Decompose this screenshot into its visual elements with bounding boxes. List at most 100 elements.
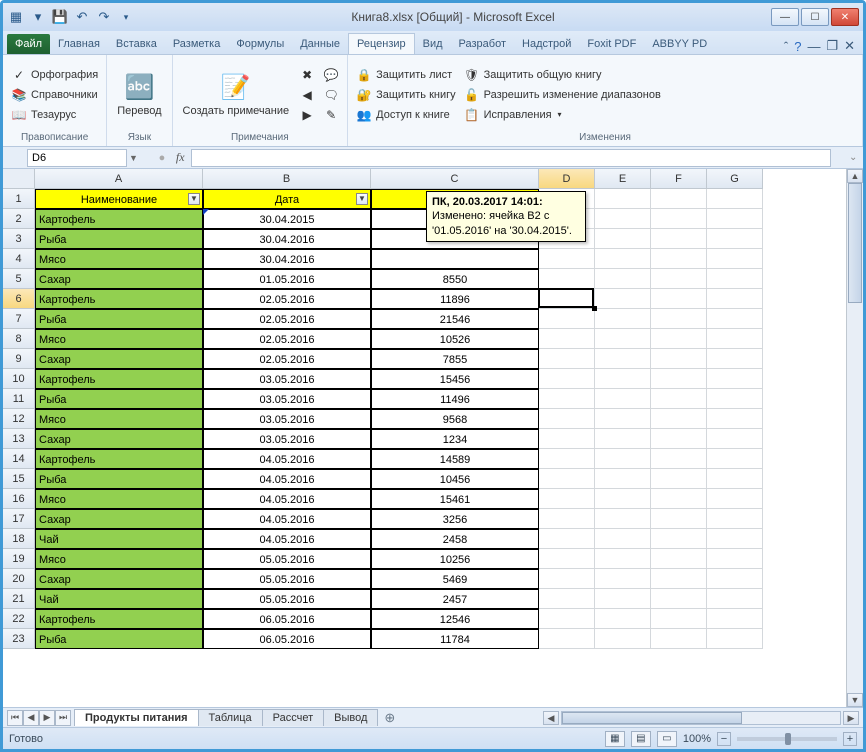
empty-cell[interactable] — [595, 449, 651, 469]
empty-cell[interactable] — [651, 189, 707, 209]
prev-comment-button[interactable]: ◀ — [297, 86, 317, 104]
empty-cell[interactable] — [539, 569, 595, 589]
cell-amount[interactable]: 3256 — [371, 509, 539, 529]
empty-cell[interactable] — [707, 189, 763, 209]
col-header-D[interactable]: D — [539, 169, 595, 189]
empty-cell[interactable] — [651, 289, 707, 309]
empty-cell[interactable] — [707, 489, 763, 509]
row-header-6[interactable]: 6 — [3, 289, 35, 309]
cell-date[interactable]: 02.05.2016 — [203, 309, 371, 329]
empty-cell[interactable] — [539, 389, 595, 409]
cell-amount[interactable]: 12546 — [371, 609, 539, 629]
tab-формулы[interactable]: Формулы — [228, 34, 292, 54]
redo-icon[interactable]: ↷ — [95, 8, 113, 26]
cell-date[interactable]: 05.05.2016 — [203, 569, 371, 589]
empty-cell[interactable] — [539, 489, 595, 509]
show-hide-comment-button[interactable]: 💬 — [321, 66, 341, 84]
empty-cell[interactable] — [707, 449, 763, 469]
tab-надстрой[interactable]: Надстрой — [514, 34, 579, 54]
empty-cell[interactable] — [707, 309, 763, 329]
cell-amount[interactable]: 7855 — [371, 349, 539, 369]
cell-name[interactable]: Рыба — [35, 389, 203, 409]
sheet-last-button[interactable]: ⏭ — [55, 710, 71, 726]
empty-cell[interactable] — [651, 209, 707, 229]
tab-вставка[interactable]: Вставка — [108, 34, 165, 54]
empty-cell[interactable] — [651, 229, 707, 249]
tab-разметка[interactable]: Разметка — [165, 34, 229, 54]
cell-date[interactable]: 04.05.2016 — [203, 489, 371, 509]
empty-cell[interactable] — [595, 509, 651, 529]
empty-cell[interactable] — [595, 269, 651, 289]
vertical-scrollbar[interactable]: ▲ ▼ — [846, 169, 863, 707]
sheet-next-button[interactable]: ▶ — [39, 710, 55, 726]
sheet-tab[interactable]: Рассчет — [262, 709, 325, 726]
col-header-E[interactable]: E — [595, 169, 651, 189]
hscroll-thumb[interactable] — [562, 712, 742, 724]
name-box[interactable]: D6 — [27, 149, 127, 167]
cell-name[interactable]: Рыба — [35, 469, 203, 489]
research-button[interactable]: 📚Справочники — [9, 86, 100, 104]
zoom-slider[interactable] — [737, 737, 837, 741]
empty-cell[interactable] — [595, 429, 651, 449]
sheet-tab-active[interactable]: Продукты питания — [74, 709, 199, 726]
empty-cell[interactable] — [707, 209, 763, 229]
cell-name[interactable]: Картофель — [35, 289, 203, 309]
empty-cell[interactable] — [595, 589, 651, 609]
empty-cell[interactable] — [651, 589, 707, 609]
empty-cell[interactable] — [707, 469, 763, 489]
cell-amount[interactable]: 10526 — [371, 329, 539, 349]
share-workbook-button[interactable]: 👥Доступ к книге — [354, 106, 458, 124]
empty-cell[interactable] — [707, 289, 763, 309]
row-header-3[interactable]: 3 — [3, 229, 35, 249]
cell-date[interactable]: 03.05.2016 — [203, 409, 371, 429]
empty-cell[interactable] — [539, 369, 595, 389]
formula-expand-icon[interactable]: ⌄ — [849, 152, 863, 163]
row-header-4[interactable]: 4 — [3, 249, 35, 269]
empty-cell[interactable] — [707, 509, 763, 529]
vscroll-track[interactable] — [847, 183, 863, 693]
delete-comment-button[interactable]: ✖ — [297, 66, 317, 84]
cells-area[interactable]: НаименованиеДатаСуммаКартофель30.04.2015… — [35, 189, 763, 707]
cell-date[interactable]: 06.05.2016 — [203, 609, 371, 629]
zoom-in-button[interactable]: + — [843, 732, 857, 746]
cell-name[interactable]: Сахар — [35, 429, 203, 449]
empty-cell[interactable] — [707, 249, 763, 269]
filter-dropdown-icon[interactable]: ▼ — [356, 193, 368, 205]
show-ink-button[interactable]: ✎ — [321, 106, 341, 124]
formula-input[interactable] — [191, 149, 831, 167]
hscroll-left-button[interactable]: ◀ — [543, 711, 559, 725]
col-header-C[interactable]: C — [371, 169, 539, 189]
scroll-up-button[interactable]: ▲ — [847, 169, 863, 183]
row-header-9[interactable]: 9 — [3, 349, 35, 369]
normal-view-button[interactable]: ▦ — [605, 731, 625, 747]
cell-amount[interactable]: 15456 — [371, 369, 539, 389]
cell-amount[interactable]: 14589 — [371, 449, 539, 469]
empty-cell[interactable] — [539, 269, 595, 289]
empty-cell[interactable] — [595, 349, 651, 369]
col-header-G[interactable]: G — [707, 169, 763, 189]
cell-amount[interactable]: 5469 — [371, 569, 539, 589]
empty-cell[interactable] — [651, 469, 707, 489]
cell-date[interactable]: 03.05.2016 — [203, 429, 371, 449]
empty-cell[interactable] — [707, 609, 763, 629]
cell-date[interactable]: 04.05.2016 — [203, 469, 371, 489]
cell-name[interactable]: Рыба — [35, 629, 203, 649]
tab-file[interactable]: Файл — [7, 34, 50, 54]
qat-more-icon[interactable]: ▾ — [117, 8, 135, 26]
tab-рецензир[interactable]: Рецензир — [348, 33, 415, 54]
empty-cell[interactable] — [707, 329, 763, 349]
namebox-dropdown-icon[interactable]: ▼ — [129, 153, 138, 163]
new-comment-button[interactable]: 📝 Создать примечание — [179, 69, 294, 119]
empty-cell[interactable] — [595, 409, 651, 429]
empty-cell[interactable] — [651, 509, 707, 529]
col-header-A[interactable]: A — [35, 169, 203, 189]
empty-cell[interactable] — [539, 589, 595, 609]
minimize-button[interactable]: — — [771, 8, 799, 26]
empty-cell[interactable] — [707, 229, 763, 249]
empty-cell[interactable] — [539, 309, 595, 329]
cell-name[interactable]: Сахар — [35, 269, 203, 289]
empty-cell[interactable] — [707, 529, 763, 549]
cell-date[interactable]: 04.05.2016 — [203, 509, 371, 529]
page-break-view-button[interactable]: ▭ — [657, 731, 677, 747]
empty-cell[interactable] — [651, 609, 707, 629]
